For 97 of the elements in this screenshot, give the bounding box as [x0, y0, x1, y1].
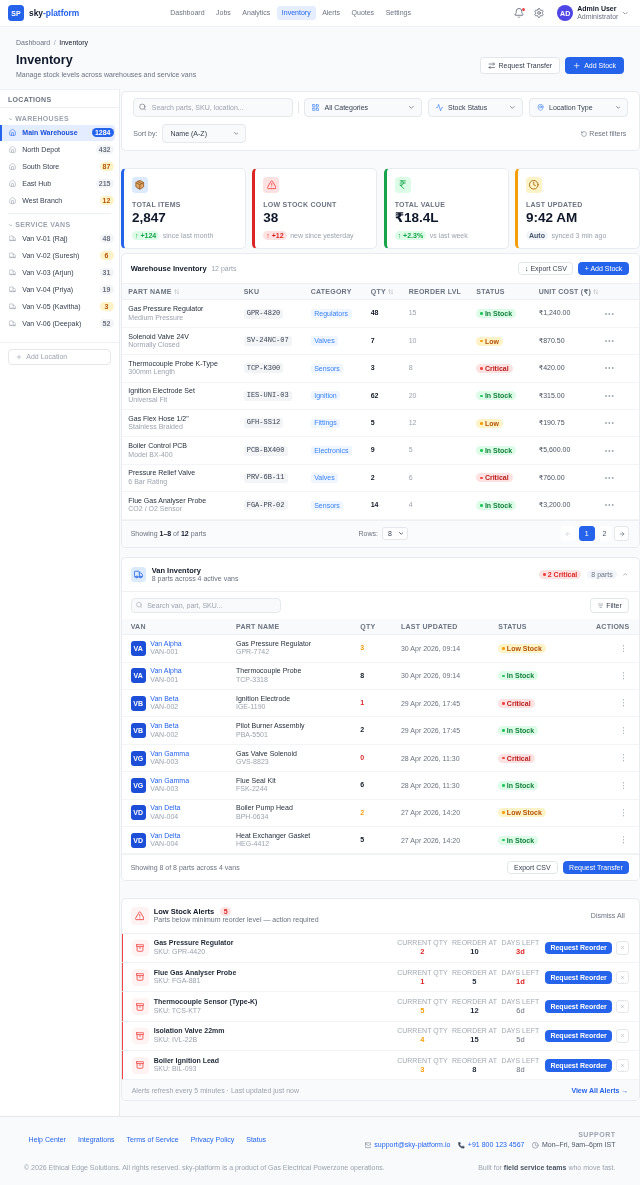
more-icon[interactable] — [622, 836, 625, 844]
status-dot-icon — [480, 339, 483, 343]
status-dot-icon — [502, 701, 505, 705]
status-dot-icon — [480, 476, 483, 480]
more-icon[interactable] — [622, 781, 625, 790]
stat-value: ₹18.4L — [394, 210, 439, 225]
truck-icon — [9, 251, 17, 259]
more-icon[interactable] — [605, 476, 614, 480]
grid-icon — [312, 103, 320, 112]
caret-icon[interactable] — [623, 11, 628, 15]
status-dot-icon — [502, 756, 505, 760]
sort-icon[interactable] — [387, 289, 394, 295]
status-dot-icon — [480, 421, 483, 425]
truck-icon — [9, 319, 17, 327]
chevron-down-icon — [398, 532, 404, 535]
more-icon[interactable] — [622, 672, 625, 680]
more-icon[interactable] — [605, 422, 614, 425]
close-icon — [620, 1004, 626, 1010]
more-icon[interactable] — [605, 394, 614, 397]
more-icon[interactable] — [605, 367, 614, 370]
status-dot-icon — [502, 784, 505, 787]
close-icon — [620, 1062, 626, 1068]
box-icon — [132, 968, 149, 986]
map-pin-icon — [536, 103, 545, 112]
more-icon[interactable] — [605, 504, 614, 507]
truck-icon — [130, 566, 146, 583]
truck-icon — [9, 302, 17, 310]
more-icon[interactable] — [622, 699, 625, 707]
status-dot-icon — [480, 449, 483, 452]
status-dot-icon — [480, 504, 483, 507]
chevron-up-icon[interactable] — [622, 573, 628, 576]
reset-icon — [580, 130, 587, 137]
chevron-down-icon — [409, 106, 414, 109]
status-dot-icon — [480, 312, 483, 315]
more-icon[interactable] — [605, 340, 614, 343]
brand-name: sky-platform — [29, 8, 80, 18]
status-dot-icon — [502, 647, 505, 650]
more-icon[interactable] — [622, 809, 625, 817]
more-icon[interactable] — [622, 644, 625, 653]
plus-icon — [16, 353, 23, 360]
transfer-arrows-icon — [487, 61, 495, 70]
warning-icon — [263, 177, 280, 194]
status-dot-icon — [502, 838, 505, 842]
truck-icon — [9, 234, 17, 242]
plus-icon — [572, 61, 581, 70]
arrow-right-icon — [618, 530, 625, 537]
dismiss-button[interactable] — [616, 941, 630, 955]
settings-icon[interactable] — [534, 8, 545, 18]
bell-icon[interactable] — [514, 8, 525, 18]
house-icon — [9, 163, 17, 171]
house-icon — [9, 146, 17, 154]
page-title: Inventory — [16, 52, 73, 68]
box-icon — [132, 939, 149, 957]
clock-icon — [532, 1142, 539, 1149]
box-icon — [132, 177, 148, 194]
box-icon — [132, 1056, 149, 1074]
stat-value: 38 — [263, 210, 279, 225]
more-icon[interactable] — [605, 312, 614, 315]
sort-icon[interactable] — [173, 289, 180, 295]
dismiss-button[interactable] — [616, 970, 630, 984]
status-dot-icon — [543, 573, 546, 576]
dismiss-button[interactable] — [616, 999, 630, 1014]
more-icon[interactable] — [605, 449, 614, 452]
stat-value: 2,847 — [132, 210, 166, 225]
dismiss-button[interactable] — [616, 1058, 630, 1072]
arrow-left-icon — [565, 530, 572, 537]
pulse-icon — [435, 103, 443, 112]
house-icon — [9, 129, 17, 137]
house-icon — [9, 180, 17, 188]
chevron-down-icon — [615, 106, 621, 109]
status-dot-icon — [502, 674, 505, 678]
truck-icon — [9, 268, 17, 276]
stat-value: 9:42 AM — [525, 210, 578, 225]
close-icon — [620, 974, 626, 980]
warning-icon — [130, 906, 149, 925]
status-dot-icon — [502, 811, 505, 815]
box-icon — [132, 1027, 149, 1045]
chevron-down-icon — [510, 106, 515, 109]
mail-icon — [364, 1142, 372, 1149]
status-dot-icon — [480, 394, 483, 398]
box-icon — [132, 998, 149, 1015]
clock-icon — [525, 177, 542, 194]
house-icon — [9, 197, 17, 205]
more-icon[interactable] — [622, 754, 625, 762]
truck-icon — [9, 285, 17, 293]
filter-icon — [597, 602, 604, 609]
chevron-down-icon — [233, 132, 239, 136]
rupee-icon — [394, 177, 411, 194]
close-icon — [620, 945, 626, 951]
phone-icon — [458, 1142, 465, 1149]
next-page-button[interactable] — [614, 526, 630, 542]
status-dot-icon — [502, 729, 505, 732]
close-icon — [620, 1033, 626, 1039]
dismiss-button[interactable] — [616, 1029, 630, 1043]
more-icon[interactable] — [622, 726, 625, 735]
status-dot-icon — [480, 367, 483, 370]
sort-icon[interactable] — [593, 289, 599, 295]
